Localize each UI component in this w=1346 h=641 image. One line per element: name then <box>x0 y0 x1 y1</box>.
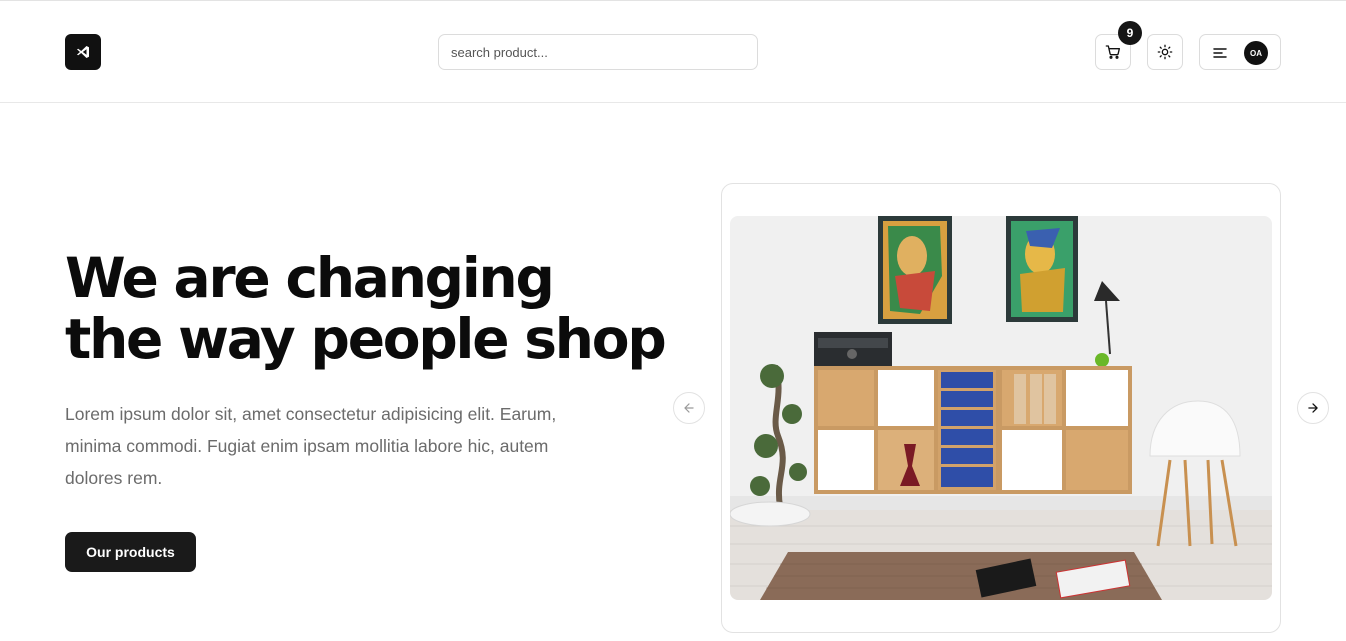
carousel-next-button[interactable] <box>1297 392 1329 424</box>
hero-title: We are changing the way people shop <box>65 246 667 371</box>
sun-icon <box>1157 44 1173 60</box>
carousel-prev-button[interactable] <box>673 392 705 424</box>
avatar: OA <box>1244 41 1268 65</box>
site-header: OA <box>0 2 1346 103</box>
vscode-style-logo-icon <box>77 46 89 58</box>
arrow-left-icon <box>684 403 694 413</box>
hamburger-icon <box>1213 48 1227 58</box>
product-carousel <box>721 183 1281 633</box>
hero-description: Lorem ipsum dolor sit, amet consectetur … <box>65 404 557 488</box>
arrow-right-icon <box>1308 403 1318 413</box>
our-products-button[interactable]: Our products <box>65 532 196 572</box>
theme-toggle-button[interactable] <box>1147 34 1183 70</box>
carousel-image <box>730 216 1272 600</box>
cart-count-badge: 9 <box>1118 21 1142 45</box>
cart-icon <box>1105 45 1120 59</box>
search-input[interactable] <box>438 34 758 70</box>
account-menu-button[interactable]: OA <box>1199 34 1281 70</box>
logo[interactable] <box>65 34 101 70</box>
